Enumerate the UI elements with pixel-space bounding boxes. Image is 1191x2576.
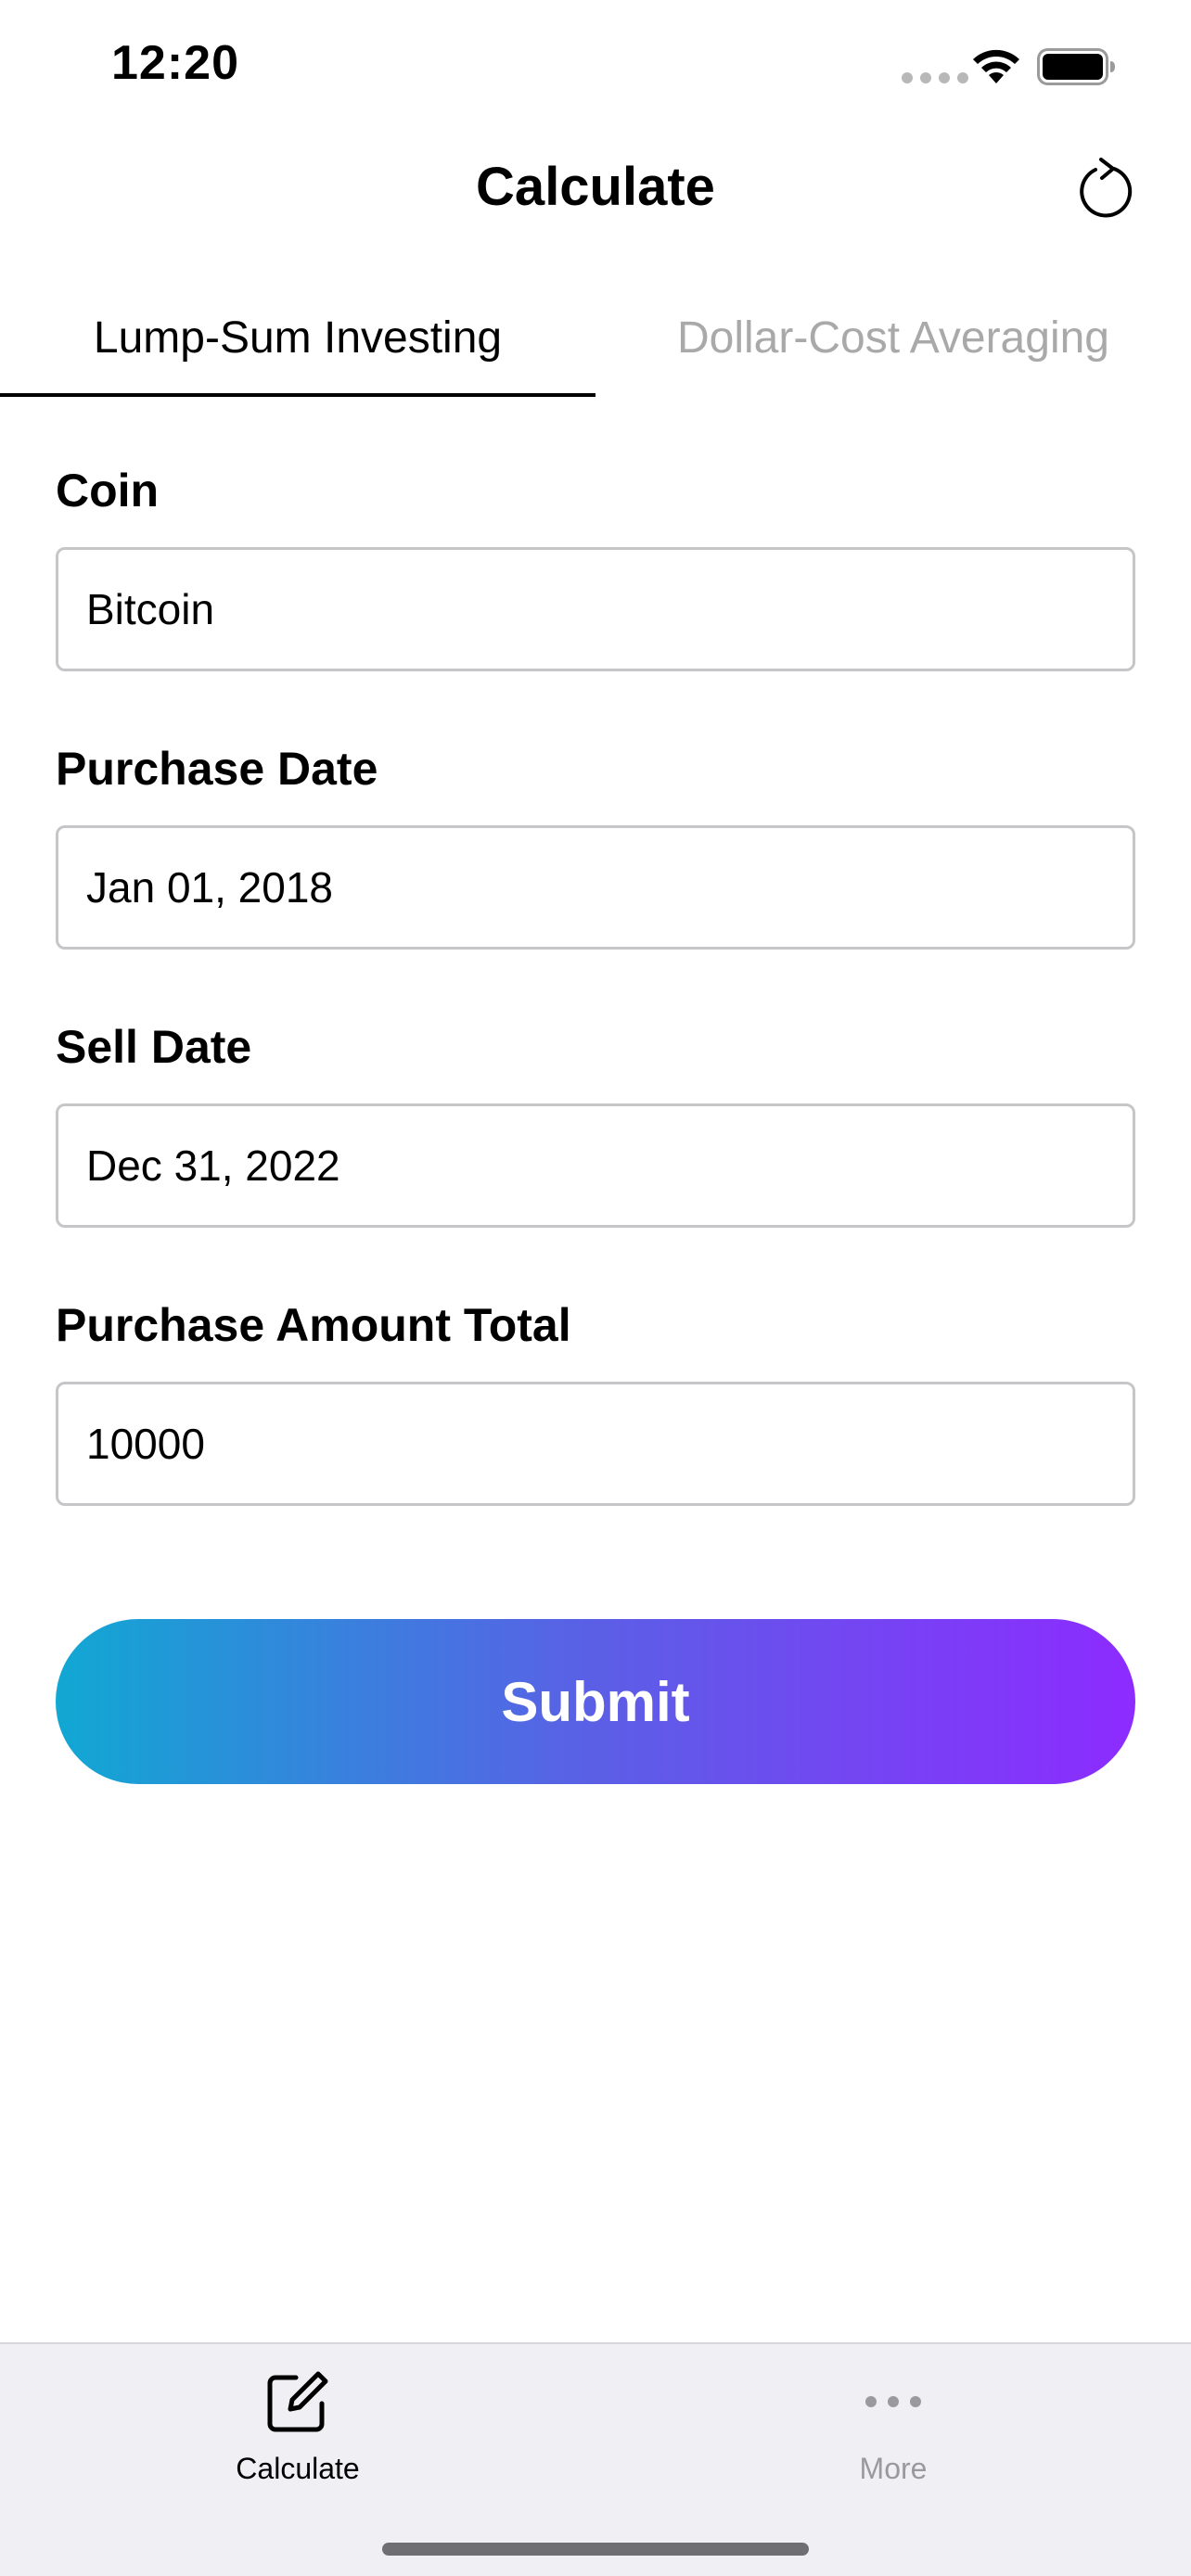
purchase-amount-label: Purchase Amount Total — [56, 1299, 571, 1351]
tab-lump-sum-investing[interactable]: Lump-Sum Investing — [0, 278, 596, 397]
purchase-date-field[interactable]: Jan 01, 2018 — [56, 825, 1135, 950]
sell-date-label: Sell Date — [56, 1021, 252, 1073]
coin-label: Coin — [56, 465, 160, 516]
status-time: 12:20 — [111, 36, 239, 90]
page-title: Calculate — [476, 157, 715, 217]
purchase-amount-field[interactable]: 10000 — [56, 1382, 1135, 1506]
sell-date-field[interactable]: Dec 31, 2022 — [56, 1103, 1135, 1228]
cellular-signal-icon — [902, 72, 968, 83]
navigation-bar: Calculate — [0, 130, 1191, 250]
submit-button[interactable]: Submit — [56, 1619, 1135, 1784]
investment-type-tabs: Lump-Sum Investing Dollar-Cost Averaging — [0, 278, 1191, 399]
battery-icon — [1037, 48, 1115, 85]
status-bar: 12:20 — [0, 0, 1191, 130]
more-icon — [865, 2396, 921, 2407]
reset-button[interactable] — [1069, 150, 1143, 224]
home-indicator — [382, 2543, 809, 2556]
coin-field[interactable]: Bitcoin — [56, 547, 1135, 671]
wifi-icon — [973, 49, 1019, 83]
tab-dollar-cost-averaging[interactable]: Dollar-Cost Averaging — [596, 278, 1191, 397]
tab-bar-item-more[interactable]: More — [596, 2344, 1191, 2502]
reset-icon — [1080, 158, 1133, 218]
compose-icon — [267, 2371, 328, 2432]
active-tab-indicator — [0, 393, 596, 397]
tab-bar-label-calculate: Calculate — [236, 2452, 360, 2485]
tab-bar-label-more: More — [859, 2452, 928, 2485]
tab-bar: Calculate More — [0, 2342, 1191, 2576]
purchase-date-label: Purchase Date — [56, 743, 378, 795]
tab-bar-item-calculate[interactable]: Calculate — [0, 2344, 596, 2502]
